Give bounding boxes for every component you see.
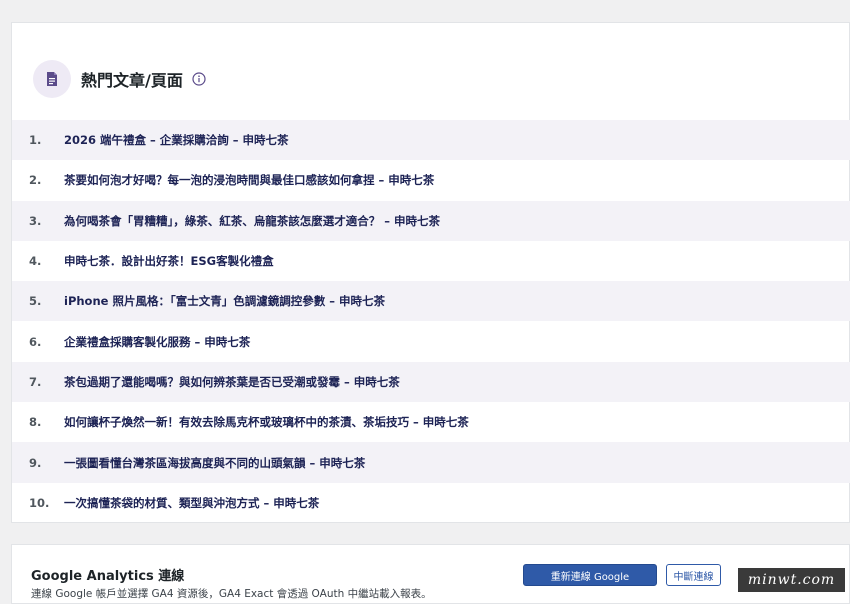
list-item-link[interactable]: 一次搞懂茶袋的材質、類型與沖泡方式 – 申時七茶 [64, 495, 319, 511]
list-item-number: 5. [29, 294, 42, 309]
list-item-link[interactable]: 為何喝茶會「胃糟糟」，綠茶、紅茶、烏龍茶該怎麼選才適合？ – 申時七茶 [64, 213, 440, 229]
list-item-number: 1. [29, 133, 42, 148]
popular-posts-panel: 熱門文章/頁面 1. 2026 端午禮盒 – 企業採購洽詢 – 申時七茶 2. … [11, 22, 850, 523]
list-item-number: 10. [29, 495, 50, 510]
list-item-link[interactable]: 一張圖看懂台灣茶區海拔高度與不同的山頭氣韻 – 申時七茶 [64, 455, 365, 471]
ga-panel-title: Google Analytics 連線 [31, 569, 185, 584]
list-item-link[interactable]: 2026 端午禮盒 – 企業採購洽詢 – 申時七茶 [64, 132, 289, 148]
list-item-number: 2. [29, 173, 42, 188]
list-item: 5. iPhone 照片風格：「富士文青」色調濾鏡調控參數 – 申時七茶 [12, 281, 850, 322]
list-item-link[interactable]: 申時七茶．設計出好茶！ESG客製化禮盒 [64, 253, 274, 269]
list-item-link[interactable]: 茶要如何泡才好喝？每一泡的浸泡時間與最佳口感該如何拿捏 – 申時七茶 [64, 172, 434, 188]
list-item: 6. 企業禮盒採購客製化服務 – 申時七茶 [12, 321, 850, 361]
list-item-number: 8. [29, 415, 42, 430]
panel-title: 熱門文章/頁面 [81, 71, 183, 90]
list-item-number: 6. [29, 334, 42, 349]
disconnect-button[interactable]: 中斷連線 [666, 564, 721, 586]
list-item: 4. 申時七茶．設計出好茶！ESG客製化禮盒 [12, 241, 850, 281]
info-icon[interactable] [192, 72, 206, 86]
list-item-link[interactable]: 如何讓杯子煥然一新！有效去除馬克杯或玻璃杯中的茶漬、茶垢技巧 – 申時七茶 [64, 414, 469, 430]
watermark-logo: minwt.com [738, 568, 845, 592]
google-analytics-panel: Google Analytics 連線 連線 Google 帳戶並選擇 GA4 … [11, 544, 850, 604]
list-item: 10. 一次搞懂茶袋的材質、類型與沖泡方式 – 申時七茶 [12, 483, 850, 523]
list-item: 1. 2026 端午禮盒 – 企業採購洽詢 – 申時七茶 [12, 120, 850, 161]
list-item-number: 3. [29, 213, 42, 228]
reconnect-google-button[interactable]: 重新連線 Google [523, 564, 657, 586]
list-item-number: 9. [29, 455, 42, 470]
document-icon [33, 60, 71, 98]
list-item: 8. 如何讓杯子煥然一新！有效去除馬克杯或玻璃杯中的茶漬、茶垢技巧 – 申時七茶 [12, 402, 850, 442]
popular-posts-list: 1. 2026 端午禮盒 – 企業採購洽詢 – 申時七茶 2. 茶要如何泡才好喝… [12, 120, 850, 523]
list-item-link[interactable]: 茶包過期了還能喝嗎？與如何辨茶葉是否已受潮或發霉 – 申時七茶 [64, 374, 400, 390]
list-item-link[interactable]: 企業禮盒採購客製化服務 – 申時七茶 [64, 334, 250, 350]
list-item-number: 4. [29, 254, 42, 269]
list-item: 2. 茶要如何泡才好喝？每一泡的浸泡時間與最佳口感該如何拿捏 – 申時七茶 [12, 160, 850, 200]
list-item-link[interactable]: iPhone 照片風格：「富士文青」色調濾鏡調控參數 – 申時七茶 [64, 293, 385, 309]
ga-panel-description: 連線 Google 帳戶並選擇 GA4 資源後，GA4 Exact 會透過 OA… [31, 588, 432, 600]
watermark-text: minwt.com [747, 572, 836, 588]
list-item: 9. 一張圖看懂台灣茶區海拔高度與不同的山頭氣韻 – 申時七茶 [12, 442, 850, 483]
list-item: 7. 茶包過期了還能喝嗎？與如何辨茶葉是否已受潮或發霉 – 申時七茶 [12, 361, 850, 403]
list-item-number: 7. [29, 374, 42, 389]
list-item: 3. 為何喝茶會「胃糟糟」，綠茶、紅茶、烏龍茶該怎麼選才適合？ – 申時七茶 [12, 200, 850, 241]
panel-header: 熱門文章/頁面 [33, 58, 206, 100]
